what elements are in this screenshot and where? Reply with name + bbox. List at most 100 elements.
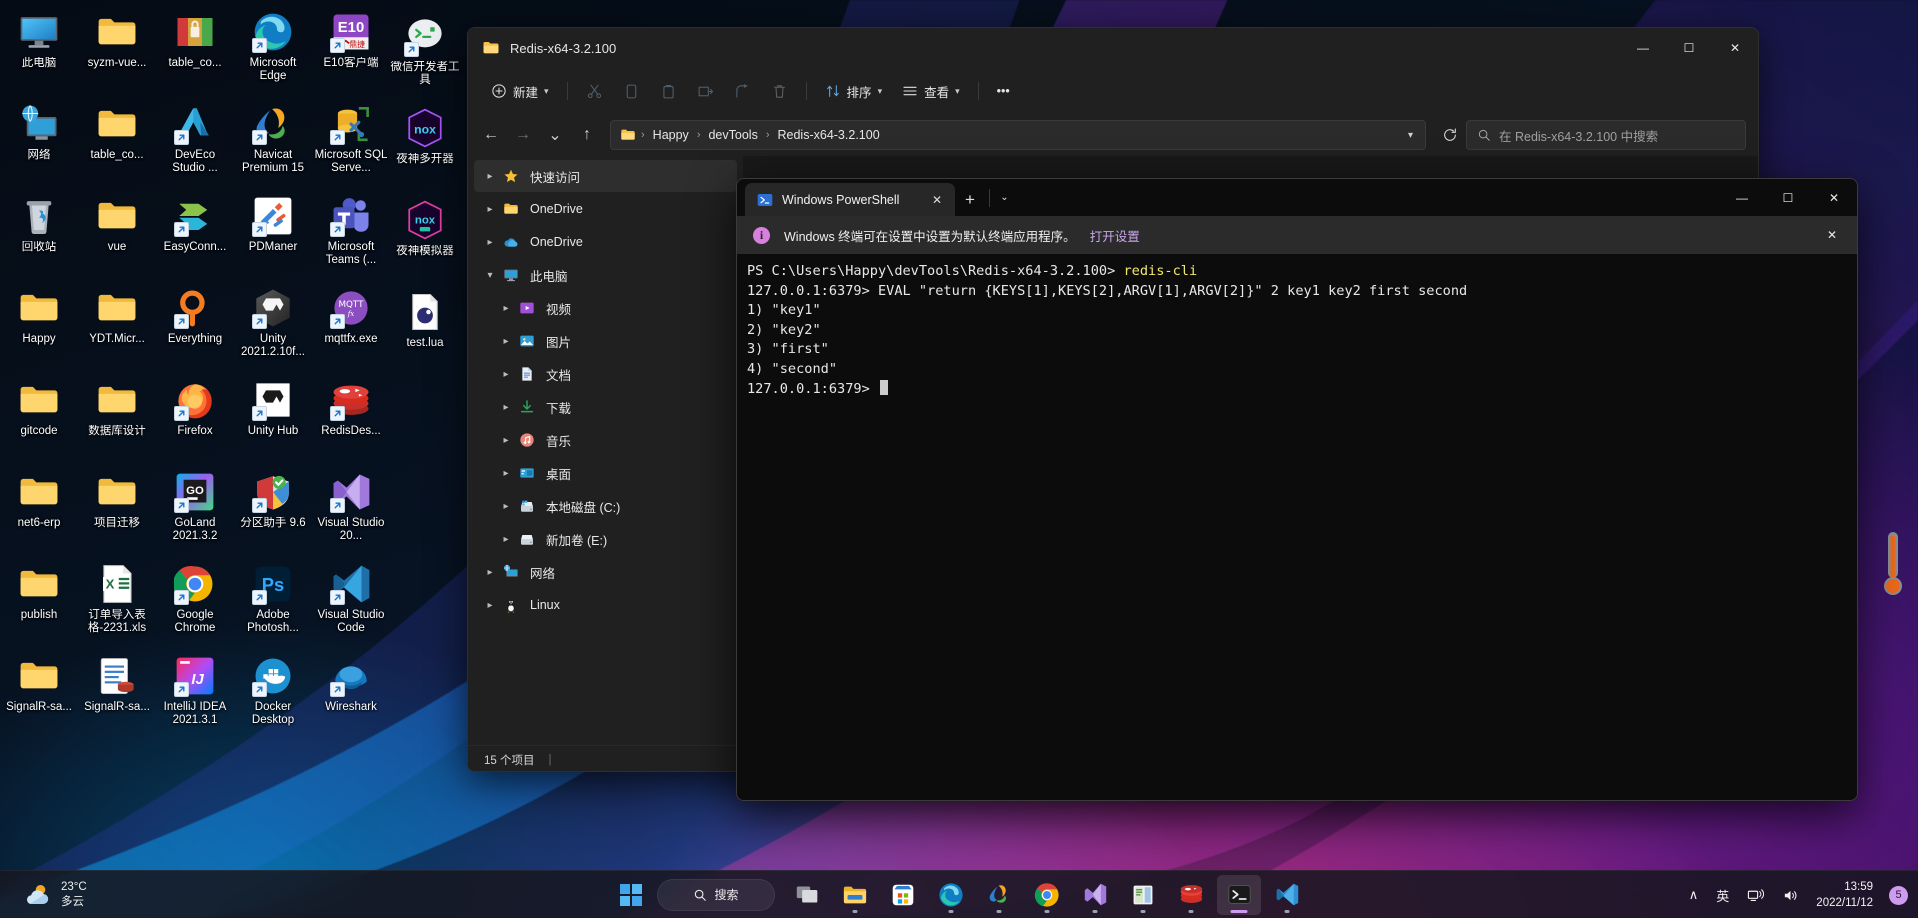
sidebar-item-11[interactable]: ▸ 本地磁盘 (C:) bbox=[474, 490, 737, 522]
desktop-icon-22[interactable]: 数据库设计 bbox=[78, 372, 156, 464]
navigation-pane[interactable]: ▸ 快速访问 ▸ OneDrive ▸ OneDrive ▾ 此电脑 ▸ 视频 ▸ 图片 ▸ 文档 ▸ 下载 ▸… bbox=[468, 156, 743, 745]
chevron-right-icon[interactable]: ▸ bbox=[480, 204, 500, 215]
rename-button[interactable] bbox=[688, 75, 723, 107]
sidebar-item-5[interactable]: ▸ 视频 bbox=[474, 292, 737, 324]
desktop-icon-26[interactable]: net6-erp bbox=[0, 464, 78, 556]
desktop-icon-extra-3[interactable]: nox 夜神模拟器 bbox=[386, 192, 464, 284]
desktop-icon-40[interactable]: Wireshark bbox=[312, 648, 390, 740]
desktop-icon-14[interactable]: PDManer bbox=[234, 188, 312, 280]
sort-button[interactable]: 排序 ▾ bbox=[816, 75, 892, 107]
delete-button[interactable] bbox=[762, 75, 797, 107]
desktop-icon-grid[interactable]: 此电脑 syzm-vue... table_co... Microsoft Edge E… bbox=[0, 4, 390, 740]
desktop-icon-39[interactable]: Docker Desktop bbox=[234, 648, 312, 740]
chevron-right-icon[interactable]: ▸ bbox=[496, 402, 516, 413]
desktop-icon-extra-4[interactable]: test.lua bbox=[386, 284, 464, 376]
desktop-icon-32[interactable]: X 订单导入表格-2231.xls bbox=[78, 556, 156, 648]
search-input[interactable]: 在 Redis-x64-3.2.100 中搜索 bbox=[1466, 120, 1746, 150]
chevron-right-icon[interactable]: ▸ bbox=[480, 567, 500, 578]
taskbar-item-navicat[interactable] bbox=[977, 875, 1021, 915]
desktop-icon-38[interactable]: IJ IntelliJ IDEA 2021.3.1 bbox=[156, 648, 234, 740]
system-tray[interactable]: ∧ 英 13:59 2022/11/12 5 bbox=[1682, 871, 1908, 918]
desktop-icon-25[interactable]: RedisDes... bbox=[312, 372, 390, 464]
desktop-icon-8[interactable]: DevEco Studio ... bbox=[156, 96, 234, 188]
taskbar[interactable]: 23°C 多云 搜索 ∧ 英 13:59 2022/11/12 5 bbox=[0, 870, 1918, 918]
desktop-icon-21[interactable]: gitcode bbox=[0, 372, 78, 464]
chevron-right-icon[interactable]: ▸ bbox=[496, 501, 516, 512]
recent-locations-button[interactable]: ⌄ bbox=[540, 120, 570, 150]
chevron-right-icon[interactable]: ▸ bbox=[480, 600, 500, 611]
desktop-icon-27[interactable]: 项目迁移 bbox=[78, 464, 156, 556]
sidebar-item-2[interactable]: ▸ OneDrive bbox=[474, 193, 737, 225]
desktop-icon-extra-1[interactable]: 微信开发者工具 bbox=[386, 8, 464, 100]
chevron-right-icon[interactable]: ▸ bbox=[496, 468, 516, 479]
tab-close-button[interactable]: ✕ bbox=[925, 188, 949, 212]
desktop-icon-7[interactable]: table_co... bbox=[78, 96, 156, 188]
desktop-icon-6[interactable]: 网络 bbox=[0, 96, 78, 188]
desktop-icon-extra-2[interactable]: nox 夜神多开器 bbox=[386, 100, 464, 192]
taskbar-item-microsoft-edge[interactable] bbox=[929, 875, 973, 915]
new-button[interactable]: 新建 ▾ bbox=[482, 75, 558, 107]
taskbar-item-redis-desktop-manager[interactable] bbox=[1169, 875, 1213, 915]
volume-button[interactable] bbox=[1775, 875, 1806, 915]
taskbar-item-microsoft-store[interactable] bbox=[881, 875, 925, 915]
desktop-icon-9[interactable]: Navicat Premium 15 bbox=[234, 96, 312, 188]
share-button[interactable] bbox=[725, 75, 760, 107]
breadcrumb-item-2[interactable]: devTools bbox=[703, 125, 762, 145]
desktop-icon-20[interactable]: MQTT fx mqttfx.exe bbox=[312, 280, 390, 372]
breadcrumb[interactable]: › Happy › devTools › Redis-x64-3.2.100 bbox=[640, 125, 1402, 145]
address-bar[interactable]: › Happy › devTools › Redis-x64-3.2.100 ▾ bbox=[610, 120, 1426, 150]
sidebar-item-1[interactable]: ▸ 快速访问 bbox=[474, 160, 737, 192]
address-dropdown-icon[interactable]: ▾ bbox=[1402, 130, 1419, 141]
notification-close-button[interactable]: ✕ bbox=[1815, 220, 1849, 250]
desktop-icon-17[interactable]: YDT.Micr... bbox=[78, 280, 156, 372]
desktop-icon-19[interactable]: Unity 2021.2.10f... bbox=[234, 280, 312, 372]
sidebar-item-12[interactable]: ▸ 新加卷 (E:) bbox=[474, 523, 737, 555]
breadcrumb-item-3[interactable]: Redis-x64-3.2.100 bbox=[773, 125, 885, 145]
taskbar-center-group[interactable]: 搜索 bbox=[609, 871, 1309, 918]
chevron-right-icon[interactable]: ▸ bbox=[496, 336, 516, 347]
taskbar-item-task-view[interactable] bbox=[785, 875, 829, 915]
desktop-icon-37[interactable]: SignalR-sa... bbox=[78, 648, 156, 740]
desktop-icon-18[interactable]: Everything bbox=[156, 280, 234, 372]
sidebar-item-7[interactable]: ▸ 文档 bbox=[474, 358, 737, 390]
sidebar-item-6[interactable]: ▸ 图片 bbox=[474, 325, 737, 357]
chevron-right-icon[interactable]: ▸ bbox=[496, 534, 516, 545]
desktop-icon-4[interactable]: Microsoft Edge bbox=[234, 4, 312, 96]
terminal-tab-bar[interactable]: Windows PowerShell ✕ + ⌄ — ☐ ✕ bbox=[737, 179, 1857, 216]
desktop-icon-29[interactable]: 分区助手 9.6 bbox=[234, 464, 312, 556]
chevron-right-icon[interactable]: ▸ bbox=[496, 303, 516, 314]
desktop-icon-2[interactable]: syzm-vue... bbox=[78, 4, 156, 96]
desktop-icon-1[interactable]: 此电脑 bbox=[0, 4, 78, 96]
sidebar-item-10[interactable]: ▸ 桌面 bbox=[474, 457, 737, 489]
taskbar-item-file-explorer[interactable] bbox=[833, 875, 877, 915]
desktop-icon-16[interactable]: Happy bbox=[0, 280, 78, 372]
sidebar-item-14[interactable]: ▸ Linux bbox=[474, 589, 737, 621]
explorer-window-controls[interactable]: — ☐ ✕ bbox=[1620, 28, 1758, 68]
desktop-icon-15[interactable]: Microsoft Teams (... bbox=[312, 188, 390, 280]
desktop-icon-10[interactable]: Microsoft SQL Serve... bbox=[312, 96, 390, 188]
sidebar-item-8[interactable]: ▸ 下载 bbox=[474, 391, 737, 423]
refresh-button[interactable] bbox=[1436, 121, 1464, 149]
desktop-icon-13[interactable]: EasyConn... bbox=[156, 188, 234, 280]
sidebar-item-13[interactable]: ▸ 网络 bbox=[474, 556, 737, 588]
taskbar-item-visual-studio[interactable] bbox=[1073, 875, 1117, 915]
breadcrumb-item-1[interactable]: Happy bbox=[648, 125, 694, 145]
sidebar-item-4[interactable]: ▾ 此电脑 bbox=[474, 259, 737, 291]
chevron-right-icon[interactable]: ▸ bbox=[496, 435, 516, 446]
start-button[interactable] bbox=[609, 875, 653, 915]
explorer-maximize-button[interactable]: ☐ bbox=[1666, 28, 1712, 68]
desktop-icon-5[interactable]: E10 鼎捷 E10客户端 bbox=[312, 4, 390, 96]
taskbar-search-button[interactable]: 搜索 bbox=[657, 878, 775, 911]
desktop-icon-31[interactable]: publish bbox=[0, 556, 78, 648]
network-button[interactable] bbox=[1740, 875, 1771, 915]
ime-indicator[interactable]: 英 bbox=[1709, 875, 1736, 915]
terminal-close-button[interactable]: ✕ bbox=[1811, 179, 1857, 216]
terminal-window-controls[interactable]: — ☐ ✕ bbox=[1719, 179, 1857, 216]
open-settings-link[interactable]: 打开设置 bbox=[1090, 226, 1140, 245]
desktop-icon-28[interactable]: GO GoLand 2021.3.2 bbox=[156, 464, 234, 556]
up-button[interactable]: ↑ bbox=[572, 120, 602, 150]
sidebar-item-9[interactable]: ▸ 音乐 bbox=[474, 424, 737, 456]
back-button[interactable]: ← bbox=[476, 120, 506, 150]
desktop[interactable]: 此电脑 syzm-vue... table_co... Microsoft Edge E… bbox=[0, 0, 1918, 918]
weather-widget[interactable]: 23°C 多云 bbox=[14, 871, 95, 918]
